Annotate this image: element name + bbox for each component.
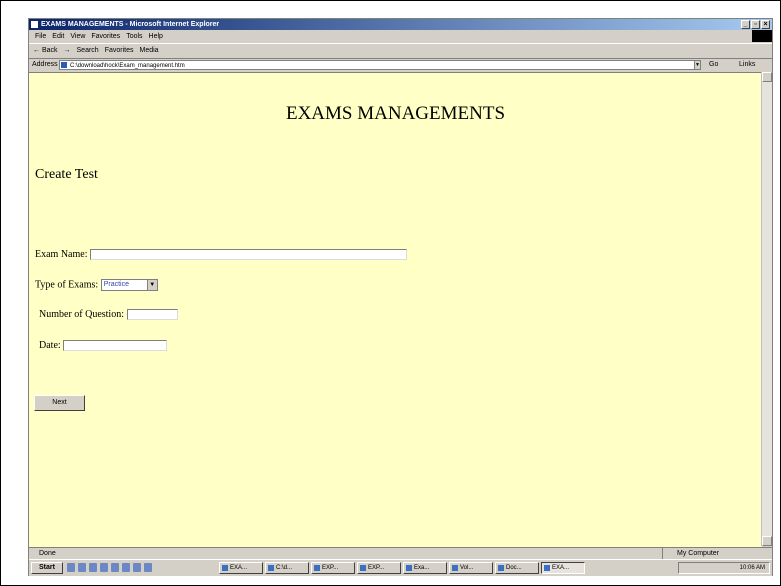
browser-window: EXAMS MANAGEMENTS - Microsoft Internet E… <box>28 18 773 576</box>
scroll-up-icon[interactable] <box>762 72 772 82</box>
taskbar-task-active[interactable]: EXA... <box>541 562 585 574</box>
media-button[interactable]: Media <box>140 44 159 58</box>
taskbar-task[interactable]: EXP... <box>311 562 355 574</box>
close-button[interactable]: × <box>761 20 770 29</box>
start-button[interactable]: Start <box>31 562 63 574</box>
address-bar: Address C:\download\hock\Exam_management… <box>29 58 772 72</box>
clock: 10:06 AM <box>739 565 765 571</box>
window-controls: _ ▫ × <box>741 20 770 29</box>
system-tray: 10:06 AM <box>678 562 770 574</box>
menu-file[interactable]: File <box>35 30 46 43</box>
search-button[interactable]: Search <box>77 44 99 58</box>
maximize-button[interactable]: ▫ <box>751 20 760 29</box>
forward-button[interactable]: → <box>64 44 71 58</box>
quick-launch-icon[interactable] <box>78 563 86 572</box>
exam-type-label: Type of Exams: <box>35 279 99 291</box>
favorites-button[interactable]: Favorites <box>105 44 134 58</box>
toolbar: ← Back → Search Favorites Media <box>29 43 772 59</box>
menu-help[interactable]: Help <box>149 30 163 43</box>
exam-name-label: Exam Name: <box>35 249 88 261</box>
window-title: EXAMS MANAGEMENTS - Microsoft Internet E… <box>41 21 220 28</box>
scroll-down-icon[interactable] <box>762 536 772 546</box>
exam-name-input[interactable] <box>89 249 407 261</box>
taskbar-task[interactable]: Vol... <box>449 562 493 574</box>
minimize-button[interactable]: _ <box>741 20 750 29</box>
links-button[interactable]: Links <box>739 58 755 72</box>
taskbar-task[interactable]: EXA... <box>219 562 263 574</box>
menu-edit[interactable]: Edit <box>52 30 64 43</box>
vertical-scrollbar[interactable] <box>761 72 772 546</box>
quick-launch-icon[interactable] <box>133 563 141 572</box>
taskbar-task[interactable]: Exa... <box>403 562 447 574</box>
date-row: Date: <box>39 340 168 352</box>
taskbar-task[interactable]: EXP... <box>357 562 401 574</box>
address-input[interactable]: C:\download\hock\Exam_management.htm <box>59 60 699 70</box>
menu-tools[interactable]: Tools <box>126 30 142 43</box>
taskbar-task[interactable]: C:\d... <box>265 562 309 574</box>
next-button[interactable]: Next <box>34 395 85 411</box>
windows-logo-icon <box>752 30 772 42</box>
date-label: Date: <box>39 340 61 352</box>
quick-launch-icon[interactable] <box>122 563 130 572</box>
exam-type-select[interactable]: Practice ▼ <box>100 279 158 291</box>
num-questions-input[interactable] <box>126 309 178 321</box>
exam-type-selected: Practice <box>103 281 129 288</box>
section-title: Create Test <box>35 167 98 182</box>
exam-name-row: Exam Name: <box>35 249 407 261</box>
quick-launch-icon[interactable] <box>111 563 119 572</box>
chevron-down-icon[interactable]: ▼ <box>146 280 157 290</box>
menu-favorites[interactable]: Favorites <box>91 30 120 43</box>
title-bar[interactable]: EXAMS MANAGEMENTS - Microsoft Internet E… <box>29 19 772 30</box>
page-icon <box>61 62 67 68</box>
ie-icon <box>31 21 38 28</box>
go-button[interactable]: Go <box>709 58 718 72</box>
date-input[interactable] <box>63 340 168 352</box>
quick-launch-icon[interactable] <box>100 563 108 572</box>
taskbar-task[interactable]: Doc... <box>495 562 539 574</box>
back-button[interactable]: ← Back <box>33 44 58 58</box>
page-content: EXAMS MANAGEMENTS Create Test Exam Name:… <box>29 72 762 547</box>
address-label: Address <box>32 61 58 68</box>
taskbar: Start EXA... C:\d... EXP... EXP... Exa..… <box>29 559 772 576</box>
menu-bar: File Edit View Favorites Tools Help <box>29 30 772 43</box>
quick-launch-icon[interactable] <box>144 563 152 572</box>
quick-launch-icon[interactable] <box>67 563 75 572</box>
num-questions-row: Number of Question: <box>39 309 178 321</box>
exam-type-row: Type of Exams: Practice ▼ <box>35 279 158 291</box>
address-dropdown-icon[interactable]: ▼ <box>694 60 701 70</box>
quick-launch-icon[interactable] <box>89 563 97 572</box>
task-list: EXA... C:\d... EXP... EXP... Exa... Vol.… <box>219 562 585 574</box>
page-title: EXAMS MANAGEMENTS <box>285 103 506 124</box>
menu-view[interactable]: View <box>70 30 85 43</box>
quick-launch <box>67 563 152 572</box>
num-questions-label: Number of Question: <box>39 309 124 321</box>
